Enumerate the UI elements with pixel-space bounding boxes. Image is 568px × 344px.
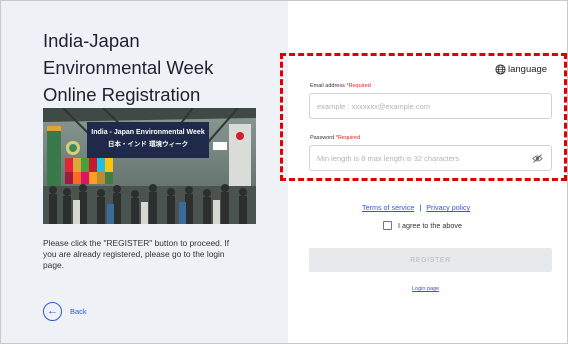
agree-label[interactable]: I agree to the above	[398, 221, 462, 230]
email-field[interactable]: example : xxxxxxx@example.com	[309, 93, 552, 119]
globe-icon[interactable]	[495, 64, 506, 75]
register-button[interactable]: REGISTER	[309, 248, 552, 272]
password-required-marker: *Required	[335, 135, 361, 141]
hero-illustration: India - Japan Environmental Week 日本・インド …	[43, 108, 256, 224]
title-line-2: Environmental Week	[43, 57, 214, 78]
title-line-3: Online Registration	[43, 84, 201, 105]
password-label-text: Password	[310, 135, 335, 141]
hero-image: India - Japan Environmental Week 日本・インド …	[43, 108, 256, 224]
eye-slash-icon[interactable]	[532, 154, 543, 163]
email-placeholder: example : xxxxxxx@example.com	[317, 101, 431, 111]
agree-checkbox[interactable]	[383, 221, 392, 230]
page-title: India-Japan Environmental Week Online Re…	[43, 27, 273, 108]
agree-checkbox-row[interactable]: I agree to the above	[383, 221, 462, 230]
terms-of-service-link[interactable]: Terms of service	[362, 203, 414, 212]
banner-line-1: India - Japan Environmental Week	[91, 129, 205, 136]
instruction-text: Please click the "REGISTER" button to pr…	[43, 238, 230, 270]
email-label: Email address *Required	[310, 83, 371, 89]
legal-links: Terms of service | Privacy policy	[362, 203, 470, 212]
email-required-marker: *Required	[346, 83, 371, 89]
privacy-policy-link[interactable]: Privacy policy	[426, 203, 470, 212]
banner-line-2: 日本・インド 環境ウィーク	[108, 139, 188, 148]
login-page-link[interactable]: Login page	[412, 286, 439, 292]
password-label: Password *Required	[310, 135, 360, 141]
password-field[interactable]: Min length is 8 max length is 32 charact…	[309, 145, 552, 171]
back-button[interactable]: ← Back	[43, 302, 87, 321]
title-line-1: India-Japan	[43, 30, 140, 51]
link-separator: |	[419, 203, 422, 212]
language-selector[interactable]: language	[495, 64, 547, 75]
language-label[interactable]: language	[508, 64, 547, 75]
arrow-left-circle-icon[interactable]: ←	[43, 302, 62, 321]
back-label[interactable]: Back	[70, 307, 87, 316]
email-label-text: Email address	[310, 83, 345, 89]
password-placeholder: Min length is 8 max length is 32 charact…	[317, 153, 460, 163]
